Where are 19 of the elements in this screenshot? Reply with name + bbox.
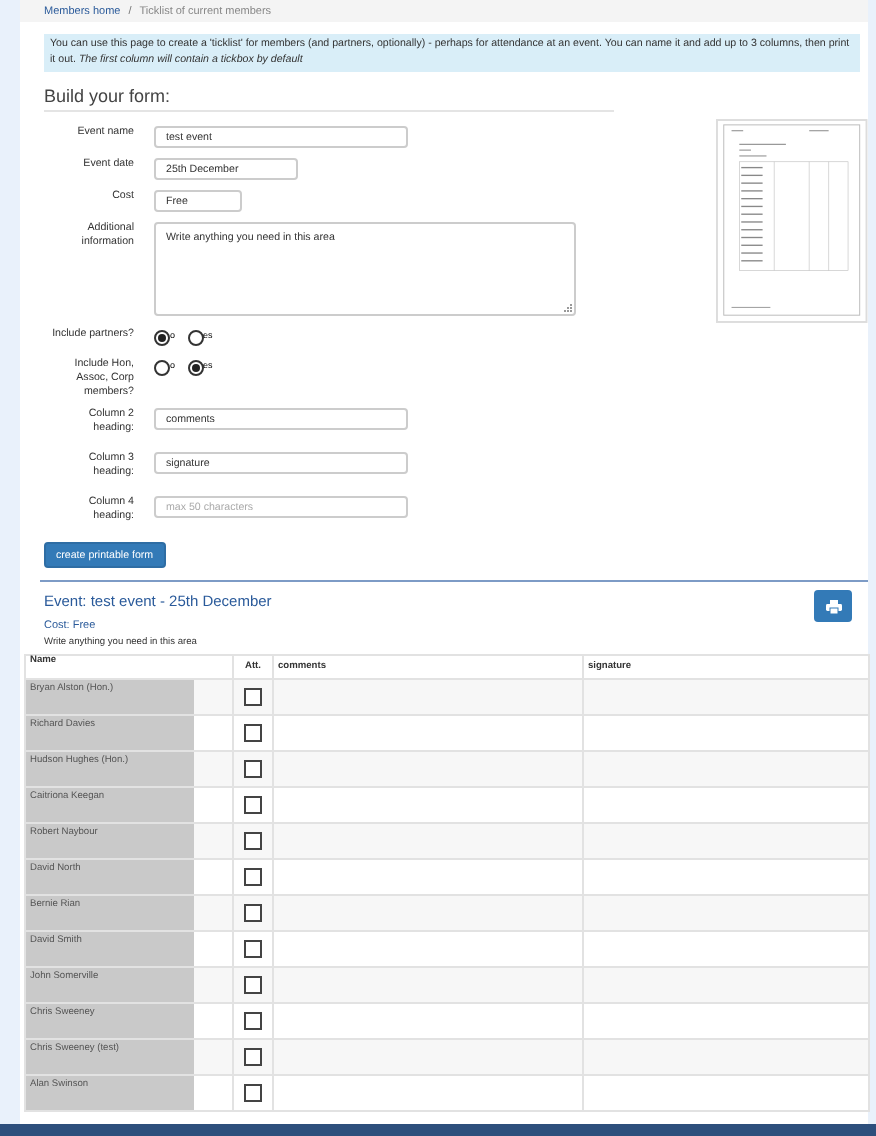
print-button[interactable]: [814, 590, 852, 622]
radio-button[interactable]: [187, 330, 204, 346]
radio-button[interactable]: [187, 360, 204, 376]
attendance-checkbox[interactable]: [244, 868, 262, 886]
radio-button[interactable]: [154, 330, 170, 346]
radio-button[interactable]: [154, 360, 170, 376]
attendance-checkbox[interactable]: [244, 724, 262, 742]
attendance-checkbox[interactable]: [244, 1012, 262, 1030]
attendance-checkbox[interactable]: [244, 688, 262, 706]
attendance-checkbox[interactable]: [244, 760, 262, 778]
attendance-checkbox[interactable]: [244, 904, 262, 922]
attendance-checkbox[interactable]: [244, 832, 262, 850]
attendance-checkbox[interactable]: [244, 976, 262, 994]
attendance-checkbox[interactable]: [244, 796, 262, 814]
attendance-checkbox[interactable]: [244, 1084, 262, 1102]
attendance-checkbox[interactable]: [244, 1048, 262, 1066]
printer-icon: [825, 599, 841, 613]
attendance-checkbox[interactable]: [244, 940, 262, 958]
form-heading: Build your form:: [44, 86, 614, 112]
